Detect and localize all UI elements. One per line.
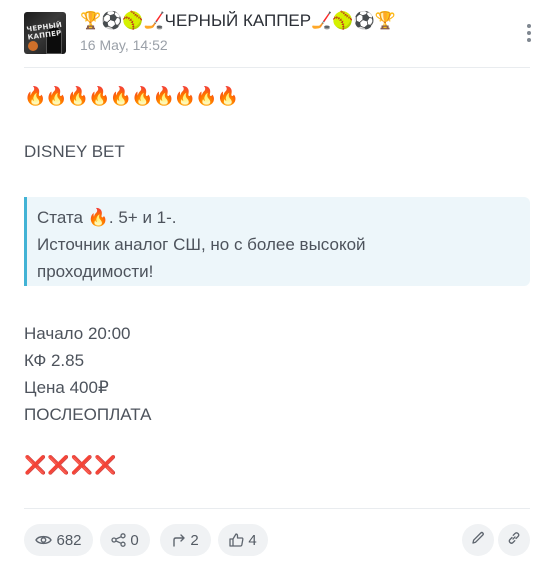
shares-count: 0 xyxy=(130,531,139,549)
fire-emoji-row: 🔥🔥🔥🔥🔥🔥🔥🔥🔥🔥 xyxy=(24,86,239,106)
repost-button[interactable]: 2 xyxy=(160,524,211,556)
thumbs-up-icon xyxy=(229,533,244,547)
views-count: 682 xyxy=(56,531,82,549)
stats-quote: Стата 🔥. 5+ и 1-. Источник аналог СШ, но… xyxy=(24,197,530,286)
pencil-icon xyxy=(471,531,485,550)
link-icon xyxy=(507,531,521,550)
header-divider xyxy=(24,67,530,68)
cross-emoji-row: ❌❌❌❌ xyxy=(24,455,118,475)
share-button[interactable]: 0 xyxy=(100,524,150,556)
like-button[interactable]: 4 xyxy=(218,524,268,556)
repost-arrow-icon xyxy=(172,533,186,547)
start-time: Начало 20:00 xyxy=(24,324,131,343)
views-counter[interactable]: 682 xyxy=(24,524,93,556)
eye-icon xyxy=(35,534,53,546)
post-header: ЧЕРНЫЙ КАППЕР 🏆⚽🥎🏒ЧЕРНЫЙ КАППЕР🏒🥎⚽🏆 16 M… xyxy=(24,10,536,60)
avatar-ball xyxy=(28,41,38,51)
reposts-count: 2 xyxy=(190,531,199,549)
brand-name: DISNEY BET xyxy=(24,142,125,161)
footer-divider xyxy=(24,508,530,509)
edit-button[interactable] xyxy=(462,524,494,556)
coefficient: КФ 2.85 xyxy=(24,351,85,370)
post-footer: 682 0 2 4 xyxy=(24,524,530,556)
more-vertical-icon[interactable] xyxy=(522,22,536,46)
copy-link-button[interactable] xyxy=(498,524,530,556)
quote-line-stats: Стата 🔥. 5+ и 1-. xyxy=(37,208,177,227)
channel-title[interactable]: 🏆⚽🥎🏒ЧЕРНЫЙ КАППЕР🏒🥎⚽🏆 xyxy=(80,10,396,32)
channel-avatar[interactable]: ЧЕРНЫЙ КАППЕР xyxy=(24,12,66,54)
bet-info: Начало 20:00 КФ 2.85 Цена 400₽ ПОСЛЕОПЛА… xyxy=(24,320,530,428)
likes-count: 4 xyxy=(248,531,257,549)
share-icon xyxy=(111,533,126,547)
post-time: 16 May, 14:52 xyxy=(80,37,168,53)
price: Цена 400₽ xyxy=(24,378,109,397)
payment-terms: ПОСЛЕОПЛАТА xyxy=(24,405,152,424)
quote-line-source-cont: проходимости! xyxy=(37,262,154,281)
quote-line-source: Источник аналог СШ, но с более высокой xyxy=(37,235,366,254)
